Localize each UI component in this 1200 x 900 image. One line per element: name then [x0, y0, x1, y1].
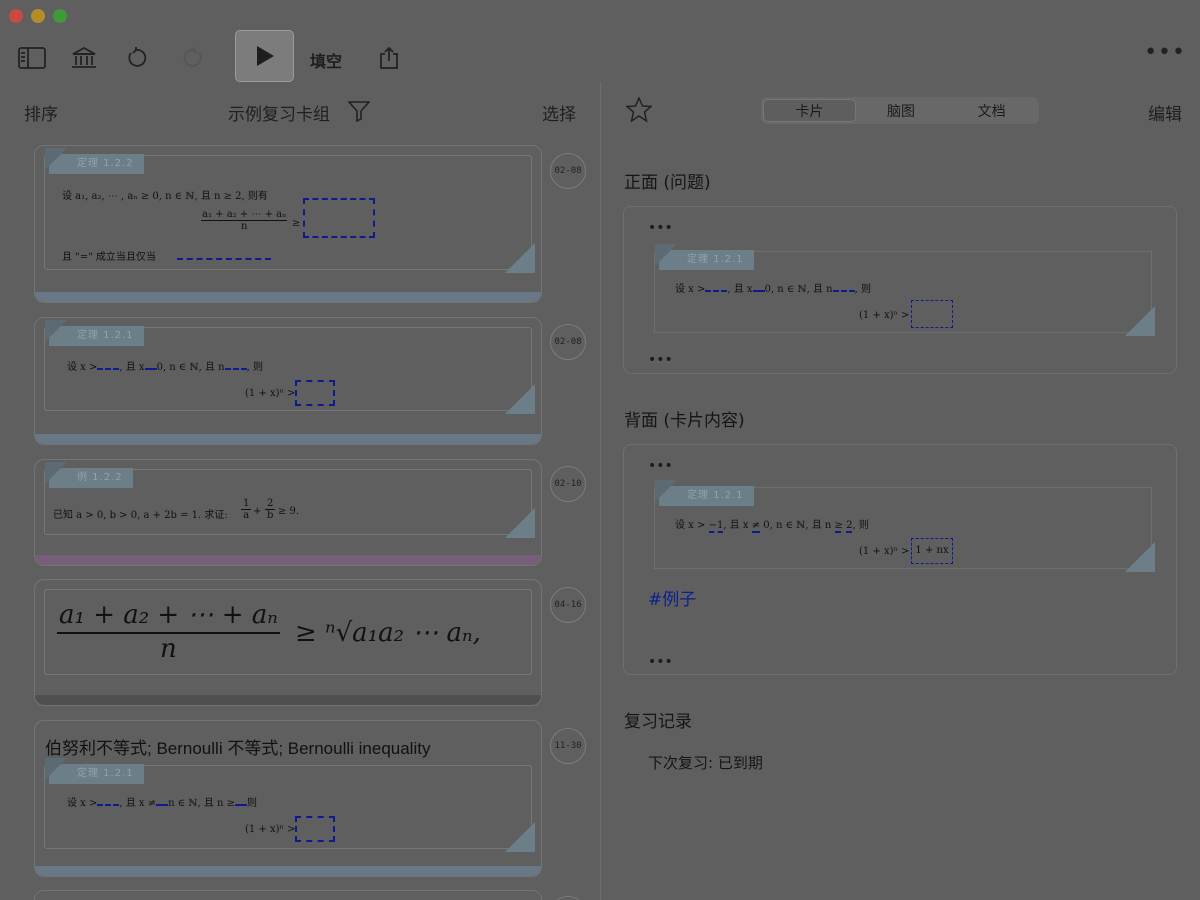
undo-icon	[128, 47, 147, 67]
sidebar-toggle-button[interactable]	[14, 40, 50, 76]
formula: (1 + x)ⁿ >	[245, 388, 296, 399]
front-section-title: 正面 (问题)	[624, 173, 711, 193]
library-button[interactable]	[66, 40, 102, 76]
next-review-status: 下次复习: 已到期	[648, 754, 763, 772]
tab-document[interactable]: 文档	[946, 99, 1037, 122]
date-badge: 02-08	[550, 153, 586, 189]
card-item[interactable]	[34, 890, 542, 900]
page-corner-icon	[505, 384, 535, 414]
library-icon	[72, 46, 96, 68]
card-text-line: 设 x >, 且 x ≠ n ∈ ℕ, 且 n ≥ 则	[67, 798, 257, 809]
more-icon[interactable]: •••	[648, 655, 673, 669]
card-color-bar	[35, 555, 541, 565]
page-corner-icon	[1125, 542, 1155, 572]
window-controls	[9, 9, 67, 23]
more-icon[interactable]: •••	[648, 353, 673, 367]
card-text-line: 且 "=" 成立当且仅当	[62, 252, 156, 263]
formula: (1 + x)ⁿ >	[859, 546, 910, 557]
more-icon[interactable]: •••	[648, 459, 673, 473]
date-badge: 02-10	[550, 466, 586, 502]
card-text-line: 设 x > −1, 且 x ≠ 0, n ∈ ℕ, 且 n ≥ 2, 则	[675, 520, 869, 533]
deck-title: 示例复习卡组	[228, 105, 330, 125]
cloze-box[interactable]	[303, 198, 375, 238]
filter-icon[interactable]	[347, 100, 371, 126]
more-icon[interactable]: •••	[648, 221, 673, 235]
redo-icon	[183, 47, 202, 67]
date-badge: 11-30	[550, 728, 586, 764]
review-section-title: 复习记录	[624, 712, 692, 732]
cloze-blank[interactable]	[177, 258, 271, 260]
card-item[interactable]: 伯努利不等式; Bernoulli 不等式; Bernoulli inequal…	[34, 720, 542, 877]
theorem-tag: 定理 1.2.2	[45, 148, 144, 174]
share-button[interactable]	[371, 40, 407, 76]
card-content: 例 1.2.2 已知 a > 0, b > 0, a + 2b = 1. 求证:…	[44, 462, 535, 538]
card-item[interactable]: a₁ + a₂ + ⋯ + aₙ n ≥ ⁿ√a₁a₂ ⋯ aₙ,	[34, 579, 542, 706]
tab-card[interactable]: 卡片	[763, 99, 856, 122]
cloze-answer-box[interactable]: 1 + nx	[911, 538, 953, 564]
undo-button[interactable]	[118, 40, 154, 76]
page-corner-icon	[1125, 306, 1155, 336]
zoom-window-button[interactable]	[53, 9, 67, 23]
formula: (1 + x)ⁿ >	[245, 824, 296, 835]
card-title: 伯努利不等式; Bernoulli 不等式; Bernoulli inequal…	[45, 739, 431, 758]
card-text-line: 设 x >, 且 x 0, n ∈ ℕ, 且 n, 则	[675, 284, 871, 295]
star-icon[interactable]	[625, 96, 653, 127]
front-panel[interactable]: ••• 定理 1.2.1 设 x >, 且 x 0, n ∈ ℕ, 且 n, 则 …	[623, 206, 1177, 374]
page-corner-icon	[505, 822, 535, 852]
theorem-tag: 定理 1.2.1	[45, 320, 144, 346]
example-tag: 例 1.2.2	[45, 462, 133, 488]
minimize-window-button[interactable]	[31, 9, 45, 23]
sidebar-icon	[18, 47, 46, 69]
select-button[interactable]: 选择	[542, 100, 576, 125]
close-window-button[interactable]	[9, 9, 23, 23]
card-text-line: 设 a₁, a₂, ⋯ , aₙ ≥ 0, n ∈ ℕ, 且 n ≥ 2, 则有	[62, 191, 268, 202]
share-icon	[380, 46, 398, 69]
back-card-content: 定理 1.2.1 设 x > −1, 且 x ≠ 0, n ∈ ℕ, 且 n ≥…	[654, 480, 1155, 572]
card-content: a₁ + a₂ + ⋯ + aₙ n ≥ ⁿ√a₁a₂ ⋯ aₙ,	[44, 589, 532, 675]
card-item[interactable]: 定理 1.2.2 设 a₁, a₂, ⋯ , aₙ ≥ 0, n ∈ ℕ, 且 …	[34, 145, 542, 303]
card-text-line: 已知 a > 0, b > 0, a + 2b = 1. 求证:	[53, 510, 228, 521]
card-content: 定理 1.2.1 设 x >, 且 x 0, n ∈ ℕ, 且 n, 则 (1 +…	[44, 320, 535, 414]
cloze-box[interactable]	[295, 816, 335, 842]
card-content: 定理 1.2.1 设 x >, 且 x ≠ n ∈ ℕ, 且 n ≥ 则 (1 + …	[44, 758, 535, 852]
redo-button[interactable]	[176, 40, 212, 76]
theorem-tag: 定理 1.2.1	[655, 244, 754, 270]
card-item[interactable]: 例 1.2.2 已知 a > 0, b > 0, a + 2b = 1. 求证:…	[34, 459, 542, 566]
fraction: 1a	[241, 498, 252, 521]
card-color-bar	[35, 866, 541, 876]
play-icon	[256, 46, 274, 66]
pane-divider[interactable]	[600, 82, 601, 900]
tab-mindmap[interactable]: 脑图	[856, 99, 947, 122]
card-color-bar	[35, 292, 541, 302]
cloze-button[interactable]: 填空	[310, 48, 342, 72]
theorem-tag: 定理 1.2.1	[655, 480, 754, 506]
cloze-box[interactable]	[295, 380, 335, 406]
formula: (1 + x)ⁿ >	[859, 310, 910, 321]
theorem-tag: 定理 1.2.1	[45, 758, 144, 784]
card-text-line: 设 x >, 且 x 0, n ∈ ℕ, 且 n, 则	[67, 362, 263, 373]
formula-fraction: a₁ + a₂ + ⋯ + aₙ n	[57, 600, 280, 664]
sort-button[interactable]: 排序	[24, 100, 58, 125]
page-corner-icon	[505, 508, 535, 538]
play-button[interactable]	[235, 30, 294, 82]
front-card-content: 定理 1.2.1 设 x >, 且 x 0, n ∈ ℕ, 且 n, 则 (1 +…	[654, 244, 1155, 336]
date-badge	[550, 896, 586, 900]
fraction: 2b	[265, 498, 276, 521]
back-panel[interactable]: ••• 定理 1.2.1 设 x > −1, 且 x ≠ 0, n ∈ ℕ, 且…	[623, 444, 1177, 675]
back-section-title: 背面 (卡片内容)	[624, 411, 745, 431]
page-corner-icon	[505, 243, 535, 273]
card-tag-link[interactable]: #例子	[648, 585, 696, 610]
cloze-box[interactable]	[911, 300, 953, 328]
card-color-bar	[35, 434, 541, 444]
card-content: 定理 1.2.2 设 a₁, a₂, ⋯ , aₙ ≥ 0, n ∈ ℕ, 且 …	[44, 148, 535, 273]
view-segmented-control: 卡片 脑图 文档	[761, 97, 1039, 124]
formula-rhs: ≥ ⁿ√a₁a₂ ⋯ aₙ,	[295, 618, 481, 648]
date-badge: 02-08	[550, 324, 586, 360]
card-color-bar	[35, 695, 541, 705]
card-item[interactable]: 定理 1.2.1 设 x >, 且 x 0, n ∈ ℕ, 且 n, 则 (1 +…	[34, 317, 542, 445]
more-icon[interactable]: •••	[1144, 42, 1186, 64]
formula-fraction: a₁ + a₂ + ⋯ + aₙ n	[201, 209, 288, 232]
date-badge: 04-16	[550, 587, 586, 623]
edit-button[interactable]: 编辑	[1148, 100, 1182, 125]
